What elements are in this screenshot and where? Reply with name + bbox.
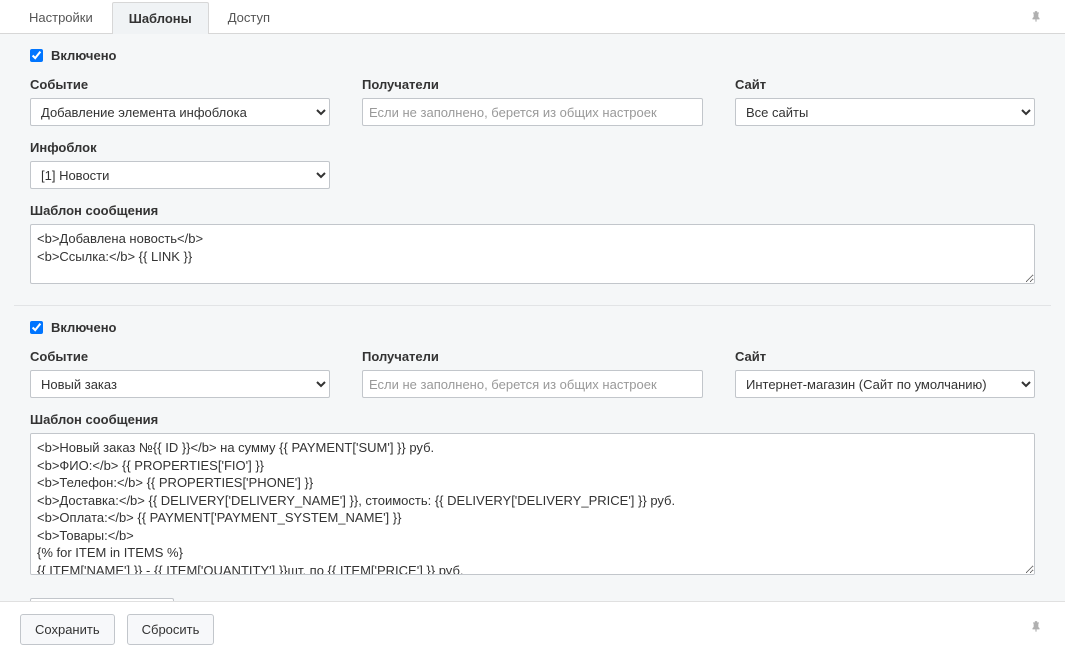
content-scroll[interactable]: Включено Событие Добавление элемента инф… [0, 34, 1065, 601]
recipients-label: Получатели [362, 349, 703, 364]
recipients-input[interactable] [362, 98, 703, 126]
tab-templates-label: Шаблоны [129, 11, 192, 26]
enabled-label: Включено [51, 320, 117, 335]
site-select[interactable]: Все сайты [735, 98, 1035, 126]
tab-settings[interactable]: Настройки [12, 1, 110, 33]
enabled-checkbox[interactable] [30, 321, 43, 334]
event-label: Событие [30, 77, 330, 92]
reset-label: Сбросить [142, 622, 200, 637]
event-select[interactable]: Новый заказ [30, 370, 330, 398]
tab-access[interactable]: Доступ [211, 1, 287, 33]
pin-icon[interactable] [1029, 10, 1043, 28]
save-label: Сохранить [35, 622, 100, 637]
message-template-textarea[interactable] [30, 224, 1035, 284]
tab-settings-label: Настройки [29, 10, 93, 25]
infoblock-select[interactable]: [1] Новости [30, 161, 330, 189]
infoblock-label: Инфоблок [30, 140, 330, 155]
tab-access-label: Доступ [228, 10, 270, 25]
footer-bar: Сохранить Сбросить [0, 601, 1065, 657]
event-label: Событие [30, 349, 330, 364]
site-label: Сайт [735, 349, 1035, 364]
tab-templates[interactable]: Шаблоны [112, 2, 209, 34]
save-button[interactable]: Сохранить [20, 614, 115, 645]
site-label: Сайт [735, 77, 1035, 92]
pin-icon[interactable] [1029, 620, 1043, 638]
message-template-textarea[interactable] [30, 433, 1035, 575]
enabled-checkbox[interactable] [30, 49, 43, 62]
template-block: Включено Событие Добавление элемента инф… [14, 34, 1051, 306]
recipients-label: Получатели [362, 77, 703, 92]
recipients-input[interactable] [362, 370, 703, 398]
reset-button[interactable]: Сбросить [127, 614, 215, 645]
template-block: Включено Событие Новый заказ Получатели [14, 306, 1051, 596]
tab-bar: Настройки Шаблоны Доступ [0, 0, 1065, 34]
enabled-label: Включено [51, 48, 117, 63]
message-template-label: Шаблон сообщения [30, 412, 1035, 427]
event-select[interactable]: Добавление элемента инфоблока [30, 98, 330, 126]
message-template-label: Шаблон сообщения [30, 203, 1035, 218]
site-select[interactable]: Интернет-магазин (Сайт по умолчанию) [735, 370, 1035, 398]
